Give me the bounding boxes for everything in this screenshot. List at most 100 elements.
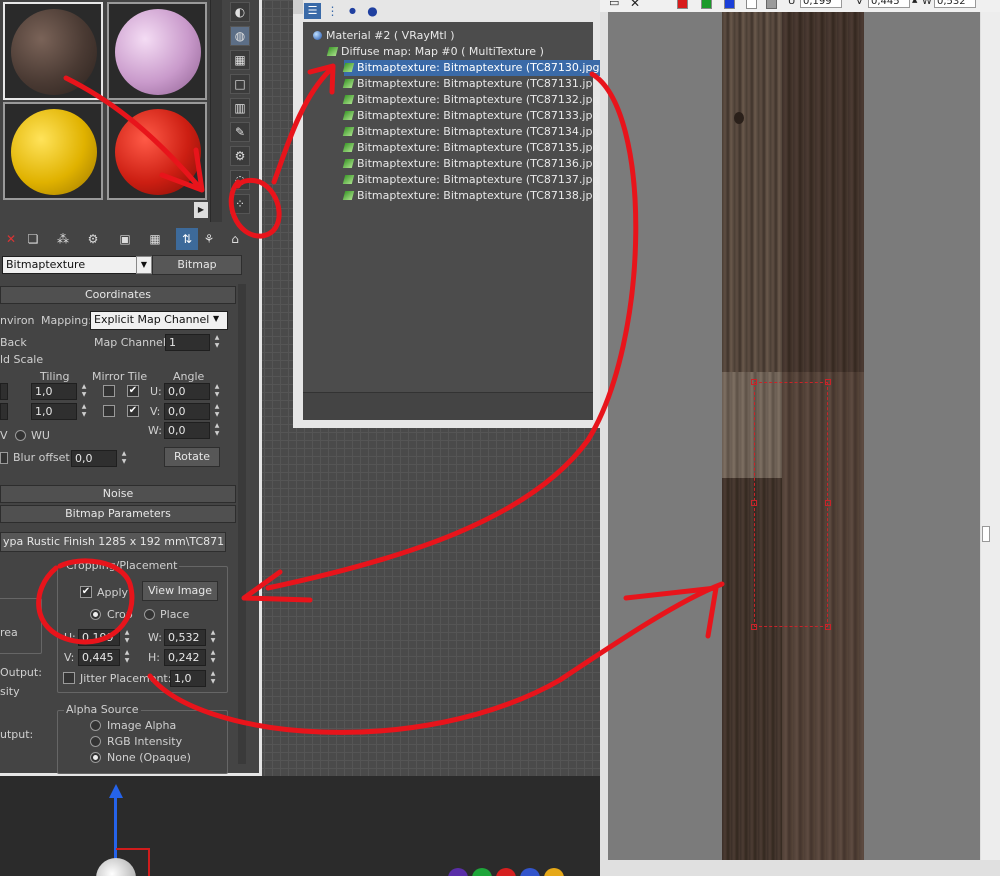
- crop-w-spinner[interactable]: ▲ ▼: [208, 629, 218, 646]
- rotate-button[interactable]: Rotate: [164, 447, 220, 467]
- crop-handle-bottom-right[interactable]: [825, 624, 831, 630]
- offset-v-input[interactable]: [0, 403, 8, 420]
- make-unique-icon[interactable]: ⁂: [52, 228, 74, 250]
- crop-handle-left[interactable]: [751, 500, 757, 506]
- tree-diffuse-map[interactable]: Diffuse map: Map #0 ( MultiTexture ): [326, 44, 544, 60]
- alpha-channel-toggle[interactable]: [746, 0, 757, 9]
- green-channel-toggle[interactable]: [701, 0, 712, 9]
- map-name-field[interactable]: Bitmaptexture: [2, 256, 138, 274]
- mapping-dropdown-arrow[interactable]: ▼: [213, 314, 219, 323]
- editor-scrollbar[interactable]: [238, 284, 246, 764]
- material-slot-wood[interactable]: [3, 2, 103, 100]
- blur-checkbox[interactable]: [0, 452, 8, 464]
- tree-material-root[interactable]: Material #2 ( VRayMtl ): [313, 28, 455, 44]
- crop-h-input[interactable]: 0,242: [164, 649, 206, 666]
- bitmap-canvas[interactable]: [608, 12, 980, 860]
- crop-v-spinner[interactable]: ▲ ▼: [122, 649, 132, 666]
- tree-map-item[interactable]: Bitmaptexture: Bitmaptexture (TC87131.jp…: [342, 76, 604, 92]
- red-channel-toggle[interactable]: [677, 0, 688, 9]
- material-id-channel-icon[interactable]: ▣: [114, 228, 136, 250]
- blur-offset-spinner[interactable]: ▲ ▼: [119, 450, 129, 467]
- show-end-result-icon[interactable]: ⇅: [176, 228, 198, 250]
- delete-icon[interactable]: ✕: [0, 228, 22, 250]
- place-radio[interactable]: [144, 609, 155, 620]
- show-shaded-material-icon[interactable]: ▦: [144, 228, 166, 250]
- mirror-u-checkbox[interactable]: [103, 385, 115, 397]
- view-image-button[interactable]: View Image: [142, 581, 218, 601]
- tiling-v-spinner[interactable]: ▲ ▼: [79, 403, 89, 420]
- map-type-button[interactable]: Bitmap: [152, 255, 242, 275]
- tiling-v-input[interactable]: 1,0: [31, 403, 77, 420]
- crop-radio[interactable]: [90, 609, 101, 620]
- material-map-navigator-icon[interactable]: ⁘: [230, 194, 250, 214]
- viewport-sphere-object[interactable]: [96, 858, 136, 876]
- crop-u-input[interactable]: 0,199: [78, 629, 120, 646]
- close-icon[interactable]: ✕: [630, 0, 640, 10]
- angle-u-input[interactable]: 0,0: [164, 383, 210, 400]
- map-channel-spinner[interactable]: ▲ ▼: [212, 334, 222, 351]
- material-slot-pink[interactable]: [107, 2, 207, 100]
- tree-map-item[interactable]: Bitmaptexture: Bitmaptexture (TC87130.jp…: [342, 60, 608, 76]
- tree-map-item[interactable]: Bitmaptexture: Bitmaptexture (TC87134.jp…: [342, 124, 604, 140]
- alpha-none-radio[interactable]: [90, 752, 101, 763]
- mirror-v-checkbox[interactable]: [103, 405, 115, 417]
- sample-type-icon[interactable]: ◐: [230, 2, 250, 22]
- crop-v-input[interactable]: 0,445: [78, 649, 120, 666]
- offset-u-input[interactable]: [0, 383, 8, 400]
- crop-region[interactable]: [751, 379, 831, 630]
- material-slot-red[interactable]: [107, 102, 207, 200]
- angle-u-spinner[interactable]: ▲ ▼: [212, 383, 222, 400]
- crop-handle-bottom-left[interactable]: [751, 624, 757, 630]
- apply-checkbox[interactable]: ✔: [80, 586, 92, 598]
- copy-material-icon[interactable]: ❏: [22, 228, 44, 250]
- sample-uv-tiling-icon[interactable]: □: [230, 74, 250, 94]
- make-preview-icon[interactable]: ✎: [230, 122, 250, 142]
- mapping-dropdown[interactable]: Explicit Map Channel: [90, 311, 228, 330]
- select-by-material-icon[interactable]: ◌: [230, 170, 250, 190]
- tree-map-item[interactable]: Bitmaptexture: Bitmaptexture (TC87132.jp…: [342, 92, 604, 108]
- video-color-check-icon[interactable]: ▥: [230, 98, 250, 118]
- go-forward-to-sibling-icon[interactable]: ⌂: [224, 228, 246, 250]
- view-tree-icon[interactable]: ⋮: [324, 3, 341, 19]
- viewer-u-input[interactable]: 0,199: [800, 0, 842, 8]
- alpha-image-radio[interactable]: [90, 720, 101, 731]
- go-to-parent-icon[interactable]: ⚘: [198, 228, 220, 250]
- jitter-placement-spinner[interactable]: ▲ ▼: [208, 670, 218, 687]
- angle-v-input[interactable]: 0,0: [164, 403, 210, 420]
- tiling-u-spinner[interactable]: ▲ ▼: [79, 383, 89, 400]
- tiling-u-input[interactable]: 1,0: [31, 383, 77, 400]
- crop-h-spinner[interactable]: ▲ ▼: [208, 649, 218, 666]
- mono-toggle[interactable]: [766, 0, 777, 9]
- view-large-icons-icon[interactable]: ●: [364, 3, 381, 19]
- wu-radio[interactable]: [15, 430, 26, 441]
- material-slot-yellow[interactable]: [3, 102, 103, 200]
- map-channel-input[interactable]: 1: [165, 334, 210, 351]
- crop-handle-top-right[interactable]: [825, 379, 831, 385]
- blue-channel-toggle[interactable]: [724, 0, 735, 9]
- tile-v-checkbox[interactable]: ✔: [127, 405, 139, 417]
- background-checker-icon[interactable]: ▦: [230, 50, 250, 70]
- crop-w-input[interactable]: 0,532: [164, 629, 206, 646]
- jitter-placement-checkbox[interactable]: [63, 672, 75, 684]
- backlight-icon[interactable]: ◍: [230, 26, 250, 46]
- slots-scroll-arrow[interactable]: ▶: [194, 202, 208, 218]
- noise-rollout-header[interactable]: Noise: [0, 485, 236, 503]
- bitmap-path-button[interactable]: ypa Rustic Finish 1285 x 192 mm\TC87130.…: [0, 532, 226, 552]
- viewer-w-input[interactable]: 0,532: [934, 0, 976, 8]
- save-icon[interactable]: ▭: [609, 0, 619, 9]
- map-name-dropdown-arrow[interactable]: ▼: [136, 256, 152, 274]
- tree-map-item[interactable]: Bitmaptexture: Bitmaptexture (TC87133.jp…: [342, 108, 604, 124]
- bitmap-parameters-rollout-header[interactable]: Bitmap Parameters: [0, 505, 236, 523]
- coordinates-rollout-header[interactable]: Coordinates: [0, 286, 236, 304]
- angle-w-spinner[interactable]: ▲ ▼: [212, 422, 222, 439]
- options-icon[interactable]: ⚙: [230, 146, 250, 166]
- tile-u-checkbox[interactable]: ✔: [127, 385, 139, 397]
- viewer-scrollbar-thumb[interactable]: [982, 526, 990, 542]
- angle-v-spinner[interactable]: ▲ ▼: [212, 403, 222, 420]
- blur-offset-input[interactable]: 0,0: [71, 450, 117, 467]
- crop-handle-top-left[interactable]: [751, 379, 757, 385]
- alpha-rgb-radio[interactable]: [90, 736, 101, 747]
- crop-handle-right[interactable]: [825, 500, 831, 506]
- tree-map-item[interactable]: Bitmaptexture: Bitmaptexture (TC87135.jp…: [342, 140, 604, 156]
- viewer-scrollbar[interactable]: [981, 12, 1000, 860]
